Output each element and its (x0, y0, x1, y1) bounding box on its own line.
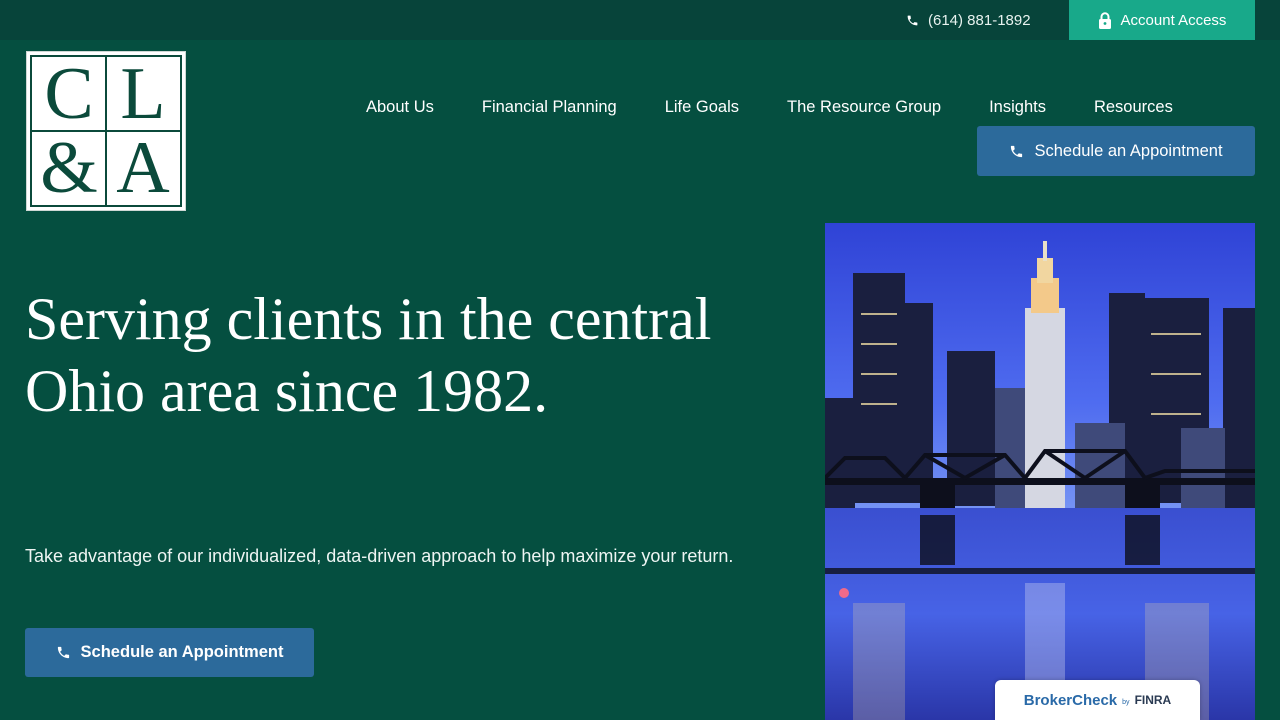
account-access-label: Account Access (1120, 11, 1227, 29)
nav-insights[interactable]: Insights (989, 98, 1046, 117)
hero-headline: Serving clients in the central Ohio area… (25, 286, 712, 424)
nav-resource-group[interactable]: The Resource Group (787, 98, 941, 117)
header-schedule-appointment-button[interactable]: Schedule an Appointment (977, 126, 1255, 176)
main-nav: About Us Financial Planning Life Goals T… (366, 92, 1173, 122)
nav-financial-planning[interactable]: Financial Planning (482, 98, 617, 117)
phone-number: (614) 881-1892 (928, 11, 1031, 29)
hero-subtext: Take advantage of our individualized, da… (25, 546, 734, 566)
logo-letter-l: L (120, 53, 166, 135)
logo-letter-ampersand: & (40, 127, 98, 209)
hero-schedule-appointment-button[interactable]: Schedule an Appointment (25, 628, 314, 677)
phone-icon (57, 646, 69, 659)
lock-icon (1098, 11, 1111, 29)
account-access-button[interactable]: Account Access (1069, 0, 1255, 40)
city-skyline-image (825, 223, 1255, 720)
phone-icon (907, 15, 918, 25)
nav-about-us[interactable]: About Us (366, 98, 434, 117)
skyline-illustration (825, 223, 1255, 720)
phone-icon (1011, 145, 1023, 157)
company-logo[interactable]: C L & A (26, 51, 186, 211)
brokercheck-label: BrokerCheck (1023, 691, 1118, 709)
header-schedule-appointment-label: Schedule an Appointment (1034, 141, 1223, 160)
logo-letter-c: C (44, 53, 94, 135)
phone-link[interactable]: (614) 881-1892 (906, 0, 1031, 40)
brokercheck-finra: FINRA (1134, 693, 1172, 707)
nav-life-goals[interactable]: Life Goals (665, 98, 739, 117)
logo-frame: C L & A (30, 55, 182, 207)
hero-schedule-appointment-label: Schedule an Appointment (80, 643, 284, 661)
top-bar: (614) 881-1892 Account Access (0, 0, 1280, 40)
brokercheck-by: by (1122, 698, 1130, 706)
nav-resources[interactable]: Resources (1094, 98, 1173, 117)
logo-letter-a: A (116, 127, 170, 209)
brokercheck-badge[interactable]: BrokerCheck by FINRA (995, 680, 1200, 720)
